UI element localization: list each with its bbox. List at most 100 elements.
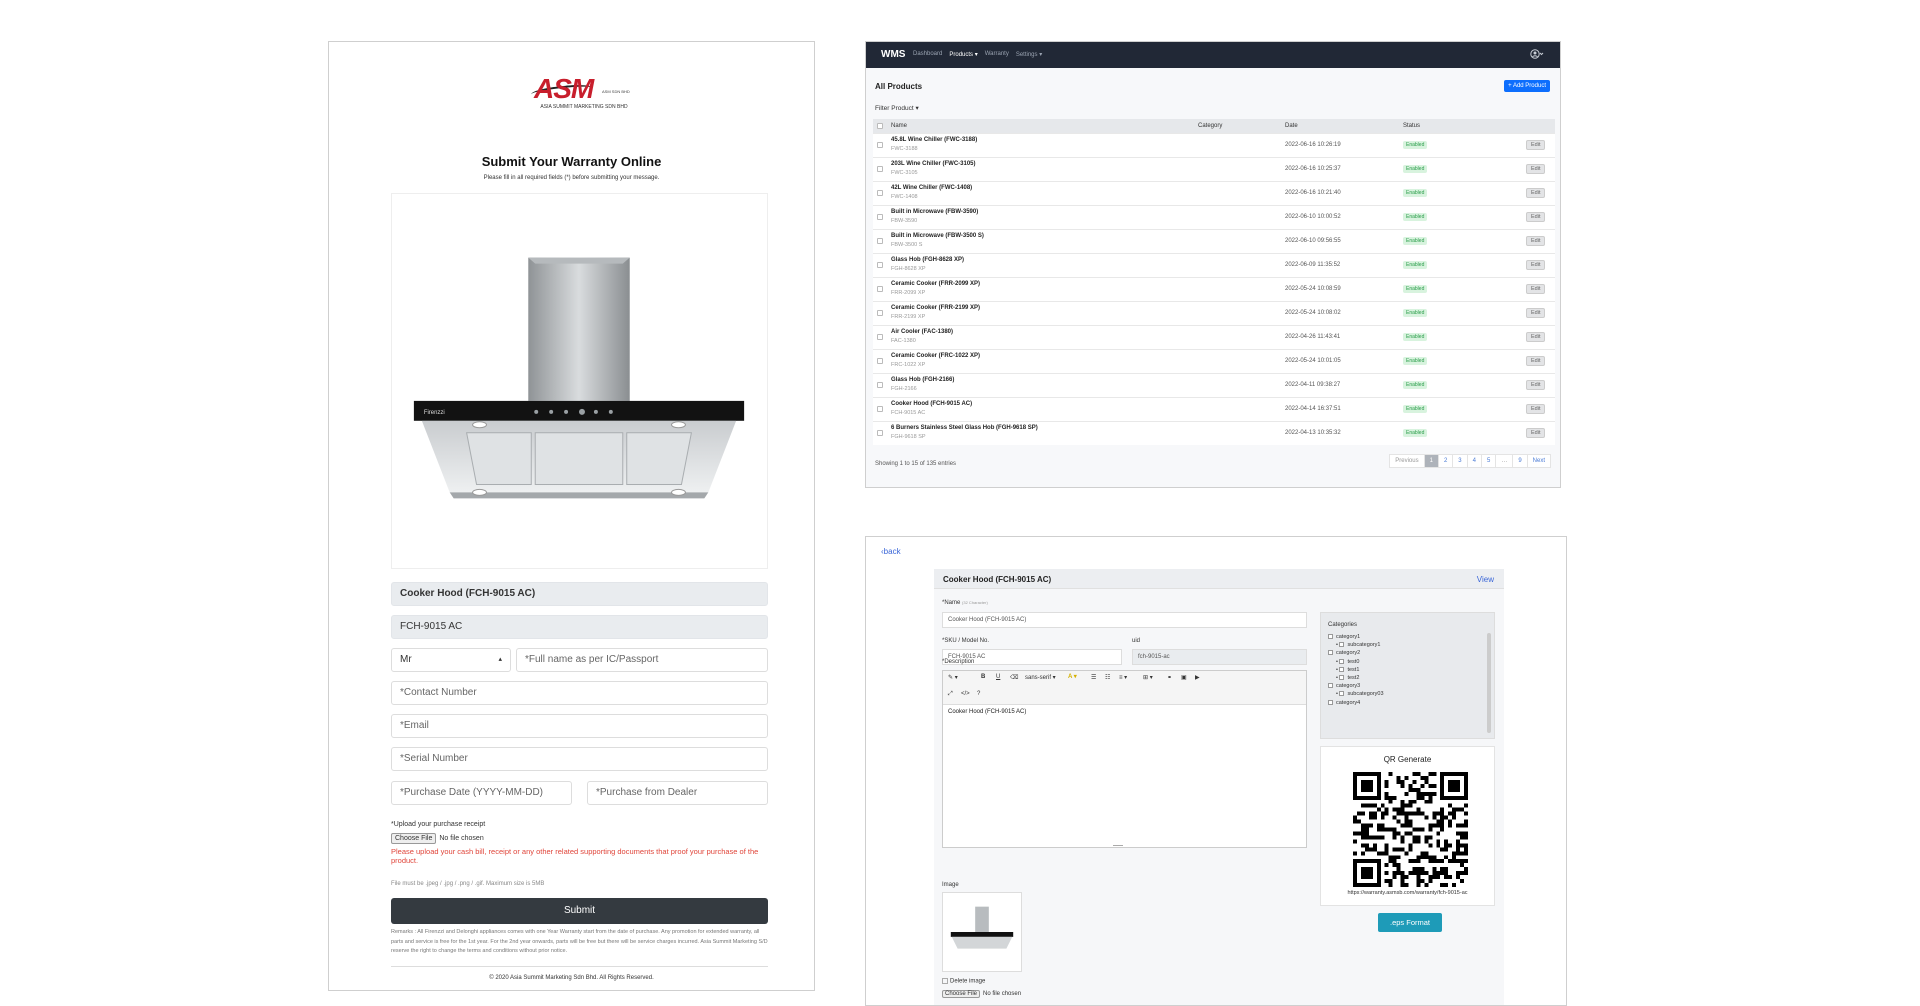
col-date[interactable]: Date — [1285, 123, 1298, 129]
delete-image-checkbox[interactable]: Delete image — [942, 978, 985, 985]
style-dropdown-icon[interactable]: ✎ ▾ — [948, 674, 958, 681]
align-icon[interactable]: ≡ ▾ — [1119, 674, 1127, 681]
product-name[interactable]: Built in Microwave (FBW-3590) — [891, 209, 978, 215]
email-input[interactable]: *Email — [391, 714, 768, 738]
col-category[interactable]: Category — [1198, 123, 1222, 129]
col-status[interactable]: Status — [1403, 123, 1420, 129]
edit-button[interactable]: Edit — [1526, 140, 1546, 150]
row-checkbox[interactable] — [877, 190, 883, 196]
page-2[interactable]: 2 — [1437, 454, 1454, 468]
nav-products[interactable]: Products ▾ — [949, 51, 977, 58]
row-checkbox[interactable] — [877, 142, 883, 148]
underline-icon[interactable]: U — [996, 674, 1000, 680]
subcategory-item[interactable]: • subcategory03 — [1328, 690, 1488, 698]
description-editor[interactable]: ✎ ▾ B U ⌫ sans-serif ▾ A ▾ ☰ ☷ ≡ ▾ ⊞ ▾ ⚭… — [942, 670, 1307, 848]
edit-button[interactable]: Edit — [1526, 332, 1546, 342]
help-icon[interactable]: ? — [977, 691, 980, 697]
edit-button[interactable]: Edit — [1526, 236, 1546, 246]
code-view-icon[interactable]: </> — [961, 691, 970, 697]
row-checkbox[interactable] — [877, 310, 883, 316]
video-icon[interactable]: ▶ — [1195, 674, 1200, 681]
row-checkbox[interactable] — [877, 430, 883, 436]
subcategory-item[interactable]: • subcategory1 — [1328, 641, 1488, 649]
edit-button[interactable]: Edit — [1526, 164, 1546, 174]
clear-format-icon[interactable]: ⌫ — [1010, 674, 1018, 681]
product-name[interactable]: 45.8L Wine Chiller (FWC-3188) — [891, 137, 977, 143]
row-checkbox[interactable] — [877, 286, 883, 292]
page-9[interactable]: 9 — [1512, 454, 1528, 468]
image-file-input[interactable]: Choose File No file chosen — [942, 990, 1021, 998]
editor-resize-handle[interactable] — [1113, 845, 1123, 846]
row-checkbox[interactable] — [877, 382, 883, 388]
image-icon[interactable]: ▣ — [1181, 674, 1187, 681]
eps-format-button[interactable]: .eps Format — [1378, 913, 1442, 932]
nav-warranty[interactable]: Warranty — [985, 51, 1009, 58]
checkbox-icon[interactable] — [1328, 699, 1333, 705]
nav-dashboard[interactable]: Dashboard — [913, 51, 942, 58]
page-5[interactable]: 5 — [1480, 454, 1497, 468]
page-1[interactable]: 1 — [1423, 454, 1439, 468]
fullscreen-icon[interactable]: ⤢ — [948, 691, 953, 698]
bullet-list-icon[interactable]: ☰ — [1091, 674, 1096, 681]
edit-button[interactable]: Edit — [1526, 404, 1546, 414]
edit-button[interactable]: Edit — [1526, 188, 1546, 198]
page-previous[interactable]: Previous — [1389, 454, 1425, 468]
product-name[interactable]: Cooker Hood (FCH-9015 AC) — [891, 401, 972, 407]
product-name[interactable]: 6 Burners Stainless Steel Glass Hob (FGH… — [891, 425, 1038, 431]
product-name[interactable]: Glass Hob (FGH-2166) — [891, 377, 954, 383]
checkbox-icon[interactable] — [1328, 650, 1333, 656]
text-color-icon[interactable]: A ▾ — [1068, 673, 1077, 680]
user-circle-icon[interactable] — [1530, 49, 1544, 59]
subcategory-item[interactable]: • test1 — [1328, 666, 1488, 674]
checkbox-icon[interactable] — [1339, 691, 1345, 697]
product-name[interactable]: Built in Microwave (FBW-3500 S) — [891, 233, 984, 239]
wms-brand[interactable]: WMS — [881, 49, 905, 60]
row-checkbox[interactable] — [877, 262, 883, 268]
product-name[interactable]: Ceramic Cooker (FRR-2199 XP) — [891, 305, 980, 311]
edit-button[interactable]: Edit — [1526, 380, 1546, 390]
submit-button[interactable]: Submit — [391, 898, 768, 924]
link-icon[interactable]: ⚭ — [1167, 674, 1172, 681]
row-checkbox[interactable] — [877, 334, 883, 340]
name-input[interactable]: Cooker Hood (FCH-9015 AC) — [942, 612, 1307, 628]
purchase-date-input[interactable]: *Purchase Date (YYYY-MM-DD) — [391, 781, 572, 805]
bold-icon[interactable]: B — [981, 674, 985, 680]
page-4[interactable]: 4 — [1466, 454, 1482, 468]
fullname-input[interactable]: *Full name as per IC/Passport — [516, 648, 768, 672]
checkbox-icon[interactable] — [1328, 683, 1333, 689]
back-link[interactable]: ‹back — [881, 547, 901, 556]
edit-button[interactable]: Edit — [1526, 356, 1546, 366]
numbered-list-icon[interactable]: ☷ — [1105, 674, 1110, 681]
select-all-checkbox[interactable] — [877, 123, 883, 129]
category-item[interactable]: category3 — [1328, 682, 1488, 690]
editor-content[interactable]: Cooker Hood (FCH-9015 AC) — [948, 709, 1026, 715]
edit-button[interactable]: Edit — [1526, 284, 1546, 294]
product-name[interactable]: Ceramic Cooker (FRR-2099 XP) — [891, 281, 980, 287]
choose-file-button-2[interactable]: Choose File — [942, 990, 981, 998]
dealer-input[interactable]: *Purchase from Dealer — [587, 781, 768, 805]
checkbox-icon[interactable] — [1328, 634, 1333, 640]
category-item[interactable]: category4 — [1328, 699, 1488, 707]
product-name[interactable]: 203L Wine Chiller (FWC-3105) — [891, 161, 976, 167]
col-name[interactable]: Name — [891, 123, 907, 129]
product-name[interactable]: Ceramic Cooker (FRC-1022 XP) — [891, 353, 980, 359]
subcategory-item[interactable]: • test2 — [1328, 674, 1488, 682]
choose-file-button[interactable]: Choose File — [391, 833, 437, 844]
category-item[interactable]: category2 — [1328, 649, 1488, 657]
subcategory-item[interactable]: • test0 — [1328, 658, 1488, 666]
row-checkbox[interactable] — [877, 166, 883, 172]
row-checkbox[interactable] — [877, 214, 883, 220]
page-3[interactable]: 3 — [1452, 454, 1468, 468]
page-next[interactable]: Next — [1526, 454, 1551, 468]
edit-button[interactable]: Edit — [1526, 260, 1546, 270]
view-link[interactable]: View — [1477, 575, 1494, 584]
receipt-file-input[interactable]: Choose File No file chosen — [391, 833, 484, 844]
filter-product-toggle[interactable]: Filter Product ▾ — [875, 104, 919, 112]
checkbox-icon[interactable] — [1339, 666, 1345, 672]
categories-scrollbar[interactable] — [1487, 633, 1491, 733]
edit-button[interactable]: Edit — [1526, 428, 1546, 438]
nav-settings[interactable]: Settings ▾ — [1016, 51, 1042, 58]
add-product-button[interactable]: + Add Product — [1504, 80, 1550, 92]
row-checkbox[interactable] — [877, 358, 883, 364]
checkbox-icon[interactable] — [1339, 658, 1345, 664]
